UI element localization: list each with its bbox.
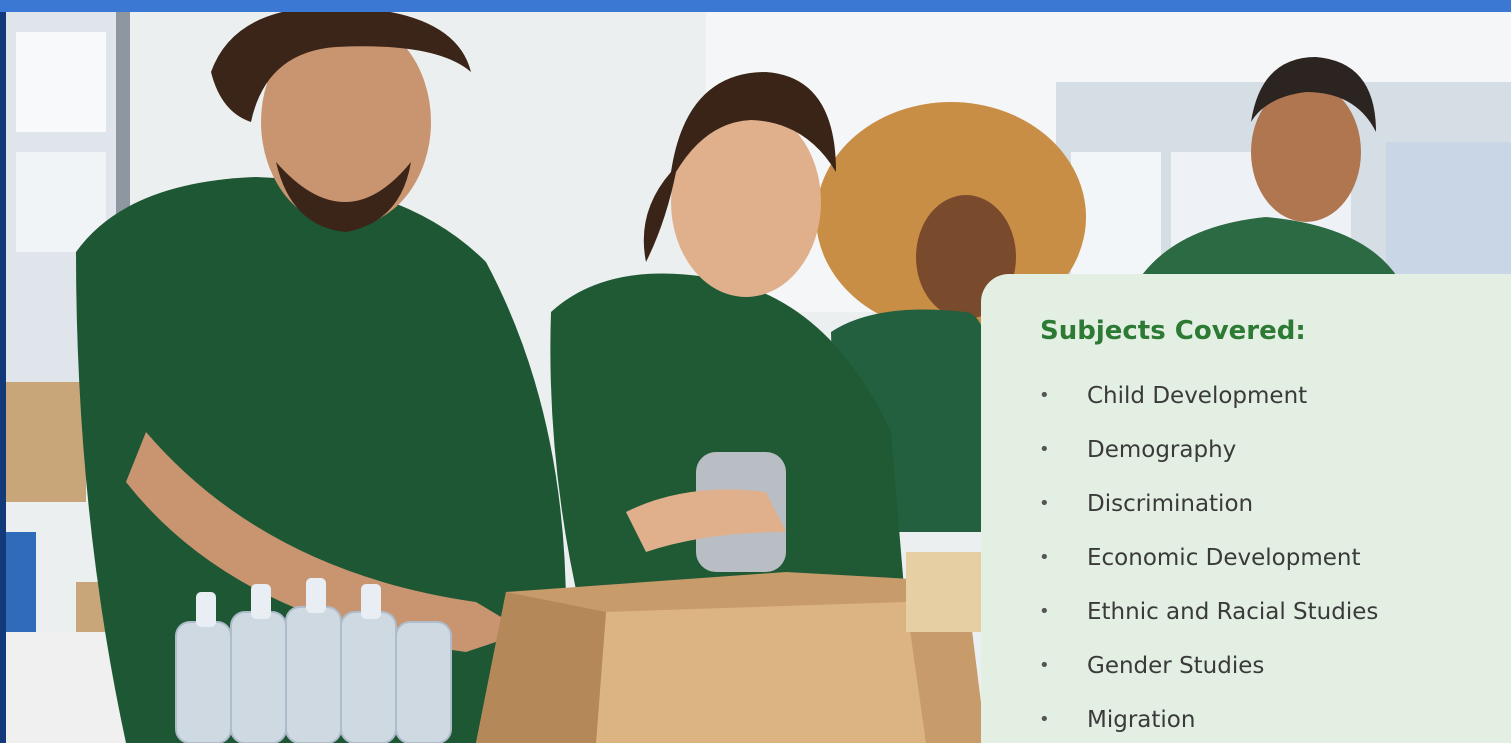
top-accent-bar [0, 0, 1511, 12]
subject-label: Ethnic and Racial Studies [1087, 599, 1379, 625]
subject-label: Economic Development [1087, 545, 1361, 571]
list-item: • Migration [981, 707, 1501, 743]
subject-label: Gender Studies [1087, 653, 1265, 679]
list-item: • Discrimination [981, 491, 1501, 545]
bullet-icon: • [1039, 439, 1050, 460]
subject-label: Discrimination [1087, 491, 1254, 517]
subject-label: Migration [1087, 707, 1196, 733]
bullet-icon: • [1039, 385, 1050, 406]
bullet-icon: • [1039, 709, 1050, 730]
list-item: • Gender Studies [981, 653, 1501, 707]
bullet-icon: • [1039, 655, 1050, 676]
subjects-covered-panel: Subjects Covered: • Child Development • … [981, 274, 1511, 743]
subject-label: Demography [1087, 437, 1237, 463]
bullet-icon: • [1039, 547, 1050, 568]
bullet-icon: • [1039, 493, 1050, 514]
subjects-covered-title: Subjects Covered: [1040, 316, 1306, 346]
subjects-list: • Child Development • Demography • Discr… [981, 383, 1501, 743]
list-item: • Child Development [981, 383, 1501, 437]
list-item: • Economic Development [981, 545, 1501, 599]
list-item: • Demography [981, 437, 1501, 491]
page: Subjects Covered: • Child Development • … [0, 0, 1511, 743]
subject-label: Child Development [1087, 383, 1308, 409]
list-item: • Ethnic and Racial Studies [981, 599, 1501, 653]
bullet-icon: • [1039, 601, 1050, 622]
